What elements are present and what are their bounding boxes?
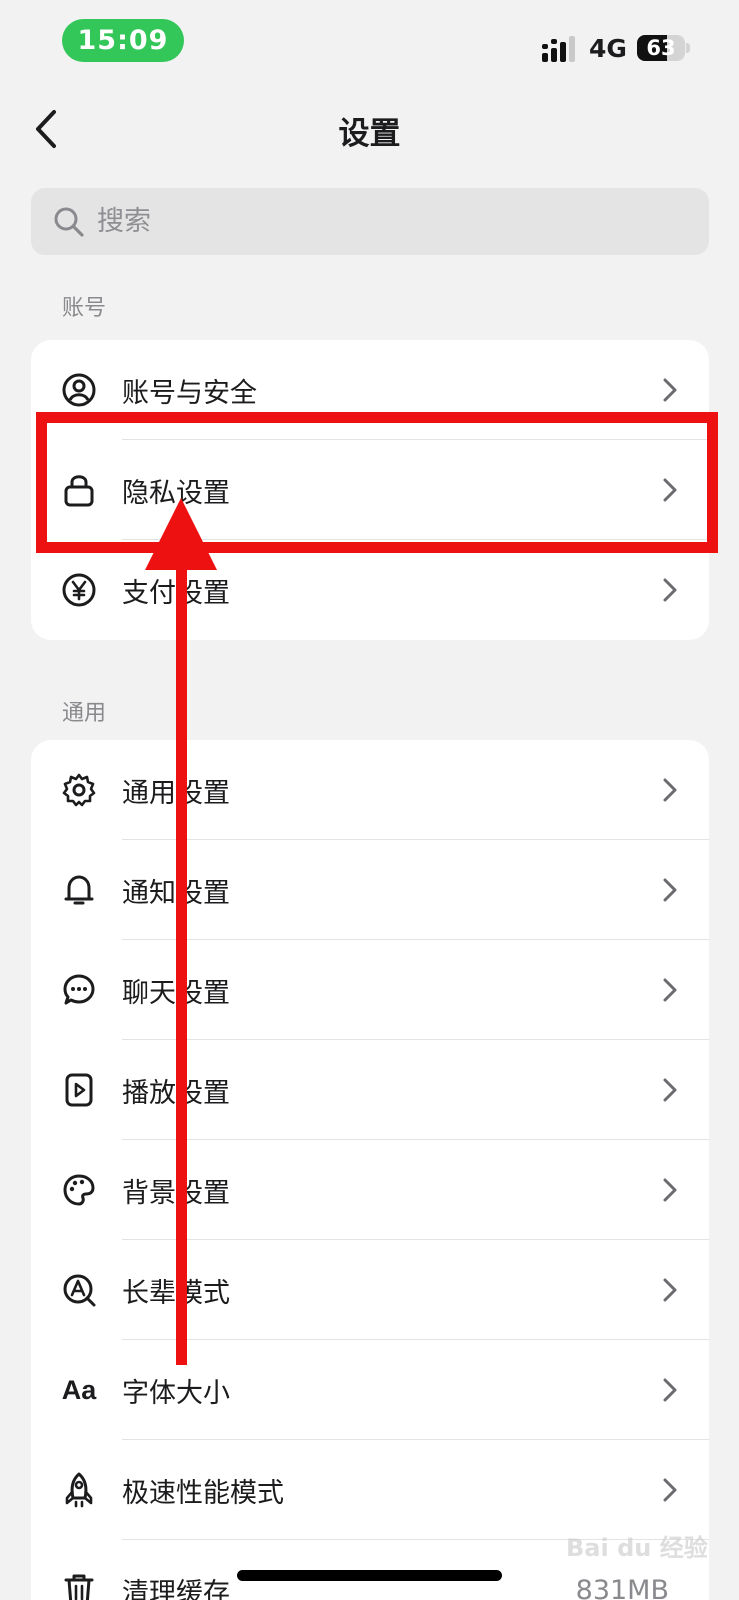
arrow-shaft	[176, 540, 187, 1365]
home-indicator	[237, 1570, 502, 1581]
watermark: Bai du 经验	[566, 1534, 708, 1562]
arrow-head	[145, 498, 217, 570]
annotation-arrow	[145, 498, 217, 1365]
